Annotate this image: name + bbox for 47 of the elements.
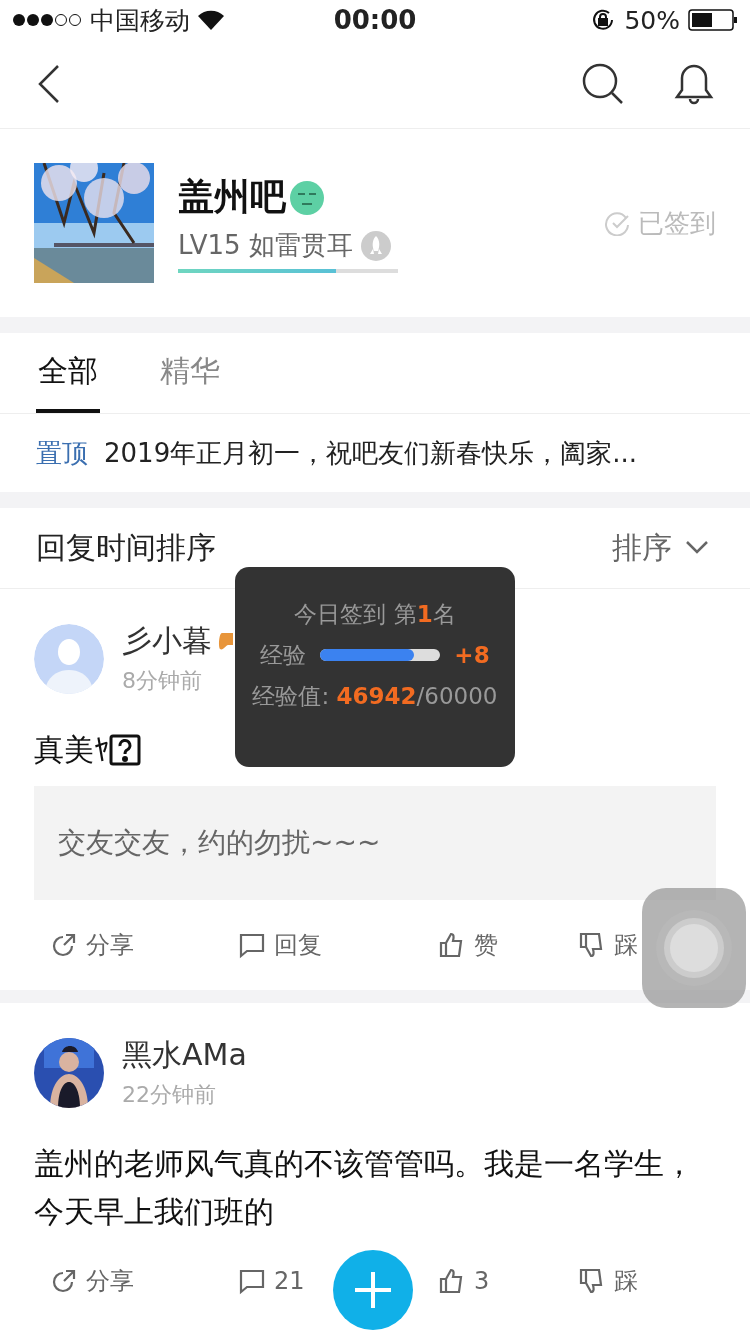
search-icon[interactable] bbox=[582, 63, 624, 105]
signed-in-label: 已签到 bbox=[638, 206, 716, 240]
wifi-icon bbox=[198, 10, 224, 30]
toast-title: 今日签到 第1名 bbox=[294, 599, 456, 629]
share-button[interactable]: 分享 bbox=[50, 929, 134, 961]
sort-title: 回复时间排序 bbox=[36, 528, 216, 567]
pinned-post-title[interactable]: 2019年正月初一，祝吧友们新春快乐，阖家... bbox=[104, 435, 637, 471]
chevron-down-icon bbox=[686, 541, 708, 555]
exp-label: 经验 bbox=[260, 640, 307, 670]
comment-icon bbox=[238, 931, 266, 959]
default-avatar-icon bbox=[34, 623, 104, 694]
share-button[interactable]: 分享 bbox=[50, 1265, 134, 1297]
pinned-tag: 置顶 bbox=[36, 435, 88, 471]
reply-button[interactable]: 回复 bbox=[238, 929, 322, 961]
clock-time: 00:00 bbox=[333, 5, 417, 35]
reply-button[interactable]: 21 bbox=[238, 1267, 305, 1295]
quoted-reply: 交友交友，约的勿扰~~~ bbox=[34, 786, 716, 900]
plus-icon bbox=[355, 1272, 391, 1308]
back-icon[interactable] bbox=[36, 64, 60, 104]
post-time: 22分钟前 bbox=[122, 1081, 217, 1109]
bell-icon[interactable] bbox=[674, 63, 714, 105]
tab[interactable]: 全部 bbox=[36, 333, 100, 413]
exp-gain: +8 bbox=[454, 642, 490, 668]
battery-icon bbox=[688, 9, 738, 31]
comment-icon bbox=[238, 1267, 266, 1295]
battery-percent: 50% bbox=[624, 5, 680, 35]
dislike-button[interactable]: 踩 bbox=[578, 929, 638, 961]
post-time: 8分钟前 bbox=[122, 667, 203, 695]
sort-button[interactable]: 排序 bbox=[606, 526, 714, 570]
signal-icon bbox=[12, 13, 82, 27]
dislike-button[interactable]: 踩 bbox=[578, 1265, 638, 1297]
rocket-icon bbox=[360, 230, 391, 261]
signed-in-icon bbox=[604, 210, 630, 236]
like-button[interactable]: 3 bbox=[438, 1267, 490, 1295]
level-text: LV15 如雷贯耳 bbox=[178, 229, 353, 262]
forum-name: 盖州吧 bbox=[178, 175, 286, 219]
tab[interactable]: 精华 bbox=[158, 333, 222, 413]
like-button[interactable]: 赞 bbox=[438, 929, 498, 961]
username[interactable]: 彡小暮 bbox=[122, 621, 212, 662]
post-text[interactable]: 盖州的老师风气真的不该管管吗。我是一名学生，今天早上我们班的 bbox=[34, 1140, 716, 1236]
share-icon bbox=[50, 931, 78, 959]
exp-value: 经验值: 46942/60000 bbox=[252, 681, 498, 711]
emoji-face-icon bbox=[290, 180, 324, 215]
carrier-name: 中国移动 bbox=[90, 4, 190, 37]
share-icon bbox=[50, 1267, 78, 1295]
username[interactable]: 黑水AMa bbox=[122, 1035, 247, 1076]
post-text[interactable]: 真美ﾔ bbox=[34, 726, 109, 774]
